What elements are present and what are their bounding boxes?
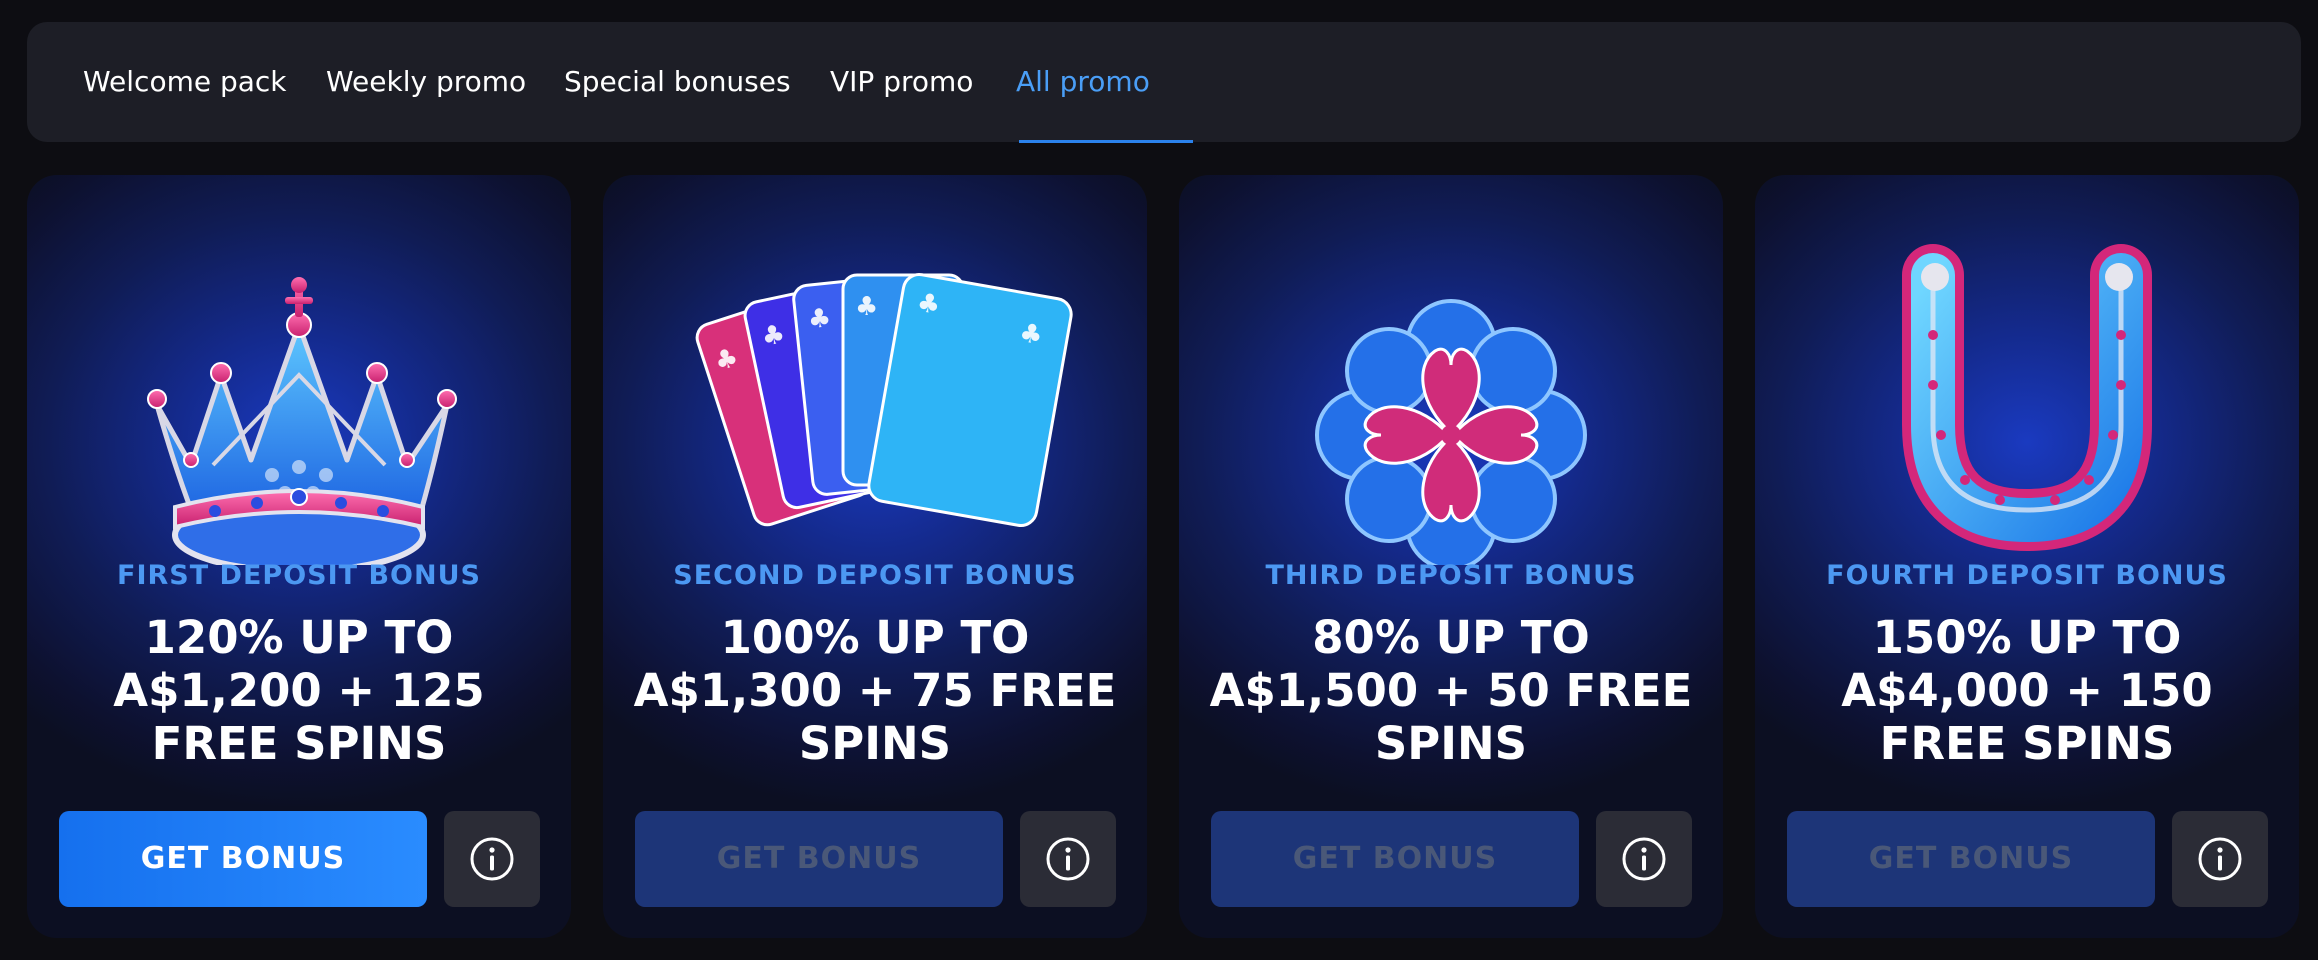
info-button[interactable] — [444, 811, 540, 907]
info-button[interactable] — [2172, 811, 2268, 907]
promo-tab-bar: Welcome pack Weekly promo Special bonuse… — [27, 22, 2301, 143]
active-tab-indicator — [1019, 140, 1193, 143]
tab-special-bonuses[interactable]: Special bonuses — [564, 22, 791, 142]
bonus-card-fourth: FOURTH DEPOSIT BONUS 150% UP TO A$4,000 … — [1755, 175, 2299, 938]
card-title: SECOND DEPOSIT BONUS — [673, 560, 1077, 591]
get-bonus-button[interactable]: GET BONUS — [635, 811, 1003, 907]
card-offer-text: 120% UP TO A$1,200 + 125 FREE SPINS — [113, 611, 485, 770]
tab-weekly-promo[interactable]: Weekly promo — [326, 22, 526, 142]
get-bonus-button[interactable]: GET BONUS — [59, 811, 427, 907]
tab-vip-promo[interactable]: VIP promo — [830, 22, 973, 142]
clover-icon — [1179, 175, 1723, 565]
playing-cards-icon: ♣ ♣ ♣ ♣ ♣ ♣ — [603, 175, 1147, 565]
info-button[interactable] — [1020, 811, 1116, 907]
info-icon — [1046, 837, 1090, 881]
tab-all-promo[interactable]: All promo — [1016, 22, 1150, 142]
svg-text:♣: ♣ — [806, 303, 832, 335]
get-bonus-button[interactable]: GET BONUS — [1211, 811, 1579, 907]
card-offer-text: 150% UP TO A$4,000 + 150 FREE SPINS — [1841, 611, 2213, 770]
card-offer-text: 100% UP TO A$1,300 + 75 FREE SPINS — [633, 611, 1117, 770]
card-offer-text: 80% UP TO A$1,500 + 50 FREE SPINS — [1209, 611, 1693, 770]
info-button[interactable] — [1596, 811, 1692, 907]
info-icon — [470, 837, 514, 881]
info-icon — [1622, 837, 1666, 881]
crown-icon — [27, 175, 571, 565]
bonus-card-second: ♣ ♣ ♣ ♣ ♣ ♣ SECOND DEPOSIT BONUS 100% UP… — [603, 175, 1147, 938]
tab-welcome-pack[interactable]: Welcome pack — [83, 22, 287, 142]
card-title: THIRD DEPOSIT BONUS — [1265, 560, 1637, 591]
horseshoe-icon — [1755, 175, 2299, 565]
bonus-card-first: FIRST DEPOSIT BONUS 120% UP TO A$1,200 +… — [27, 175, 571, 938]
bonus-card-third: THIRD DEPOSIT BONUS 80% UP TO A$1,500 + … — [1179, 175, 1723, 938]
card-title: FIRST DEPOSIT BONUS — [117, 560, 481, 591]
svg-text:♣: ♣ — [855, 292, 878, 322]
card-title: FOURTH DEPOSIT BONUS — [1826, 560, 2228, 591]
get-bonus-button[interactable]: GET BONUS — [1787, 811, 2155, 907]
info-icon — [2198, 837, 2242, 881]
